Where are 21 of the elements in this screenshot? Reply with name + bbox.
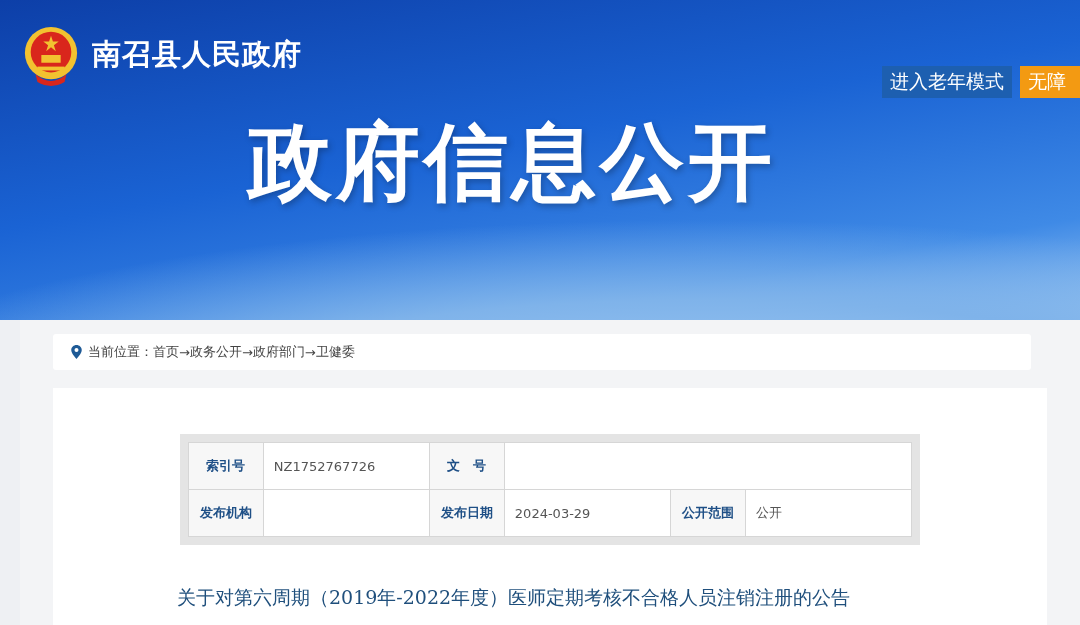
mode-button[interactable]: 进入老年模式 [882,66,1012,98]
table-label-cell: 发布日期 [429,489,505,537]
table-cell: 公开 [745,489,912,537]
table-label-cell: 索引号 [188,442,264,490]
table-cell: NZ1752767726 [263,442,430,490]
breadcrumb-separator: → [304,344,316,360]
table-cell: 2024-03-29 [504,489,671,537]
breadcrumb-separator: → [241,344,253,360]
article-title: 关于对第六周期（2019年-2022年度）医师定期考核不合格人员注销注册的公告 [177,585,852,610]
breadcrumb-link[interactable]: 卫健委 [315,343,355,361]
breadcrumb-link[interactable]: 首页 [153,343,179,361]
site-name: 南召县人民政府 [92,36,302,73]
table-label-cell: 文 号 [429,442,505,490]
location-icon [71,345,82,359]
breadcrumb-link[interactable]: 政务公开 [189,343,242,361]
breadcrumb-separator: → [179,344,190,360]
table-label-cell: 公开范围 [670,489,746,537]
breadcrumb-link[interactable]: 政府部门 [252,343,305,361]
banner-title: 政府信息公开 [248,112,777,213]
table-label-cell: 发布机构 [188,489,264,537]
breadcrumb-label: 当前位置： [88,343,153,361]
